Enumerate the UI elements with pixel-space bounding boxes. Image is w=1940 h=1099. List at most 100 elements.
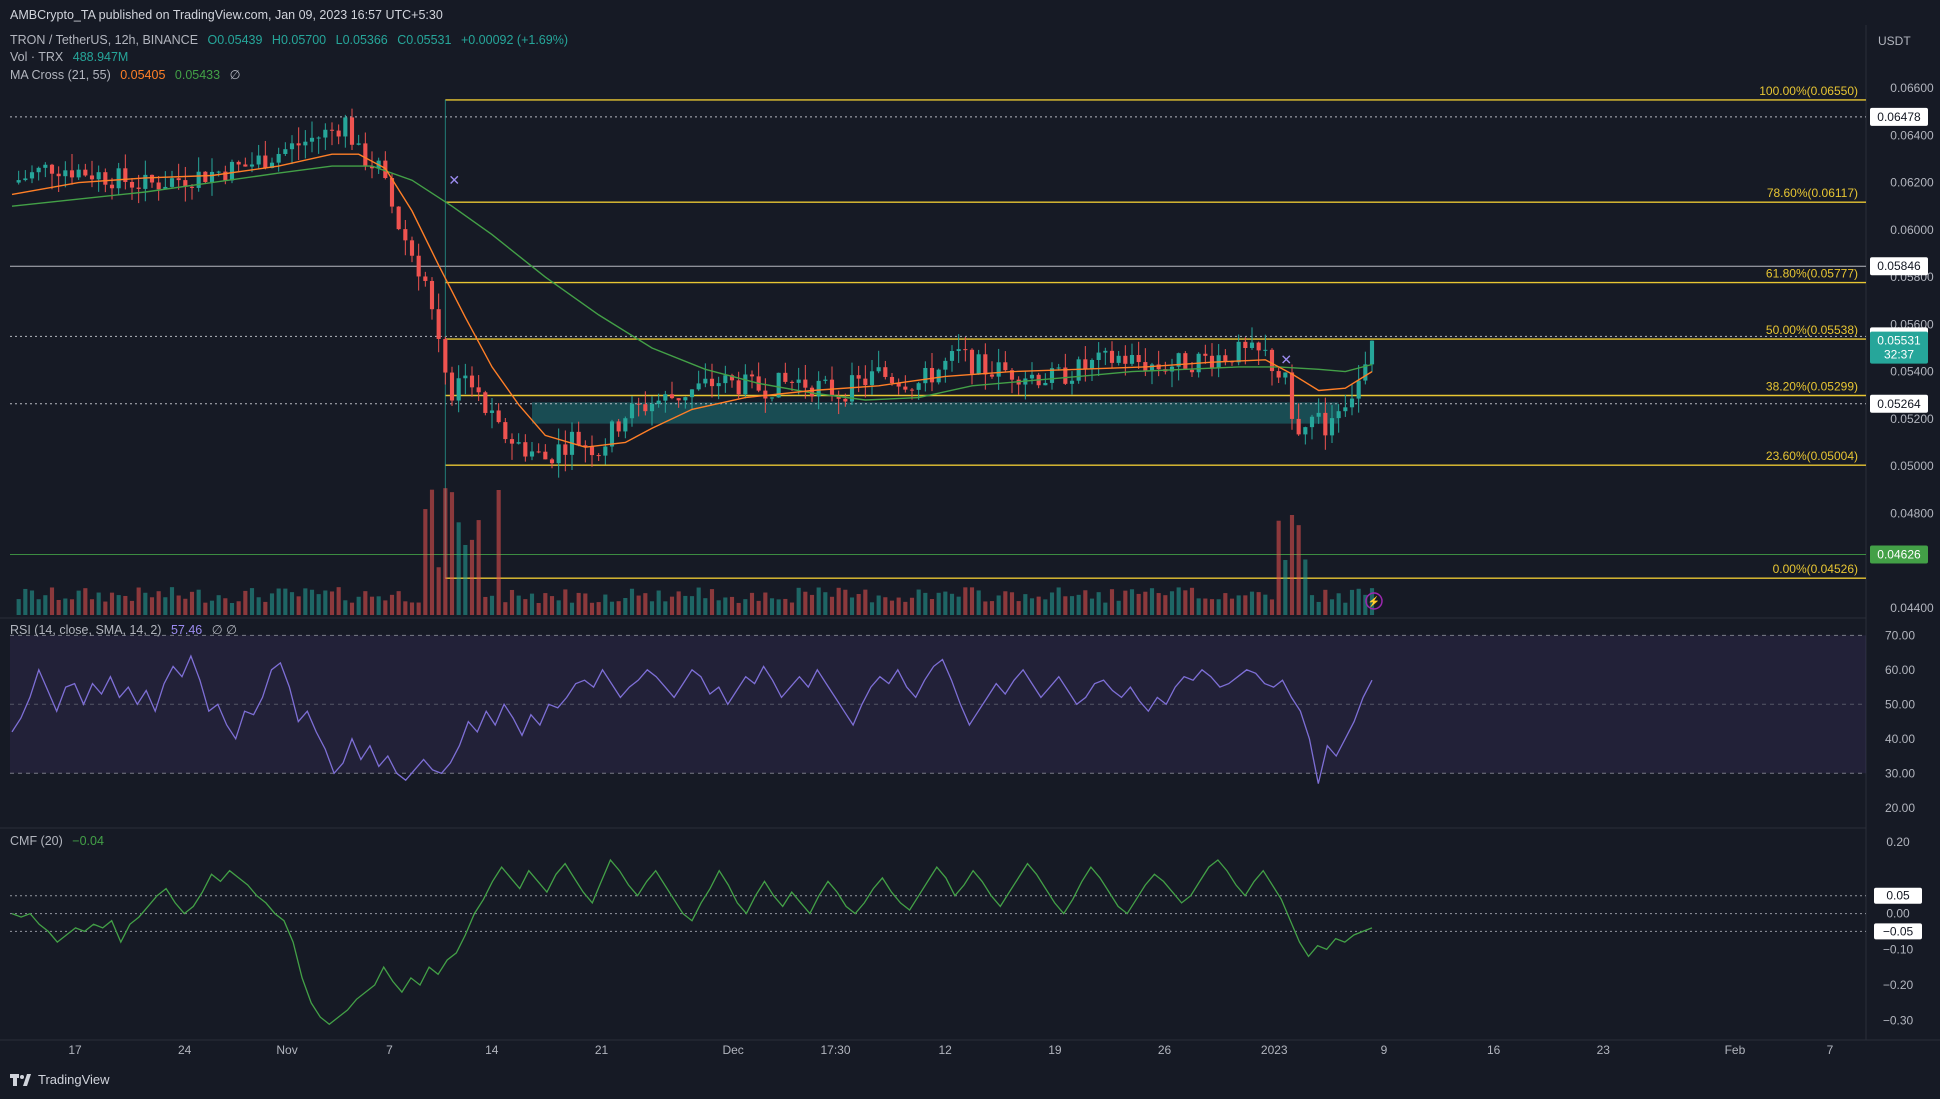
time-tick-label: Feb: [1725, 1043, 1746, 1057]
candle-body: [576, 431, 581, 446]
volume-bar: [1243, 595, 1248, 615]
volume-bar: [129, 600, 135, 615]
volume-bar: [1016, 601, 1021, 615]
candle-body: [316, 137, 321, 139]
countdown-text: 32:37: [1884, 348, 1914, 362]
candle-body: [176, 178, 181, 181]
volume-bar: [1056, 587, 1061, 615]
ohlc-change: +0.00092 (+1.69%): [460, 33, 568, 47]
candle-body: [236, 161, 241, 165]
volume-bar: [503, 602, 508, 615]
cmf-legend: CMF (20) −0.04: [10, 834, 110, 848]
candle-body: [769, 397, 775, 399]
volume-bar: [969, 587, 975, 615]
volume-bar: [189, 591, 195, 615]
candle-body: [516, 442, 521, 444]
candle-body: [109, 184, 115, 189]
candle-body: [523, 442, 528, 457]
volume-bar: [649, 601, 655, 615]
candle-body: [656, 400, 661, 404]
candle-body: [1089, 359, 1095, 369]
level-badge: 0.04626: [1870, 545, 1928, 564]
candle-body: [829, 379, 835, 396]
volume-bar: [703, 598, 708, 615]
volume-bar: [309, 589, 315, 615]
volume-bar: [1189, 587, 1195, 615]
candle-body: [303, 141, 308, 146]
candle-body: [356, 143, 361, 145]
volume-bar: [983, 601, 988, 615]
candle-body: [916, 383, 921, 390]
volume-bar: [696, 587, 701, 615]
candle-body: [1183, 353, 1188, 370]
rsi-label[interactable]: RSI (14, close, SMA, 14, 2): [10, 623, 161, 637]
volume-label[interactable]: Vol · TRX: [10, 50, 63, 64]
ma-cross-label[interactable]: MA Cross (21, 55): [10, 68, 111, 82]
candle-body: [243, 164, 248, 167]
candle-body: [1243, 341, 1248, 348]
volume-bar: [36, 599, 41, 615]
candle-body: [869, 371, 875, 386]
volume-bar: [636, 595, 641, 615]
candle-body: [336, 130, 341, 137]
volume-bar: [1076, 594, 1081, 615]
volume-bar: [743, 599, 748, 615]
tradingview-logo[interactable]: TradingView: [10, 1072, 110, 1087]
time-tick-label: 16: [1487, 1043, 1501, 1057]
time-tick-label: 12: [939, 1043, 953, 1057]
candle-body: [743, 374, 748, 395]
volume-bar: [849, 597, 855, 615]
cmf-tick-label: −0.30: [1883, 1014, 1914, 1028]
volume-bar: [936, 592, 941, 615]
cmf-tick-label: 0.20: [1886, 835, 1910, 849]
volume-bar: [156, 591, 161, 615]
volume-bar: [263, 601, 268, 615]
volume-bar: [1116, 600, 1121, 615]
candle-body: [483, 392, 488, 413]
candle-body: [823, 379, 828, 381]
volume-bar: [623, 598, 628, 615]
volume-bar: [1003, 591, 1008, 615]
candle-body: [883, 367, 888, 377]
volume-bar: [1323, 589, 1328, 615]
rsi-tick-label: 40.00: [1885, 732, 1915, 746]
volume-bar: [369, 596, 375, 615]
price-tick-label: 0.05000: [1890, 459, 1934, 473]
volume-bar: [1316, 601, 1321, 615]
volume-bar: [843, 589, 848, 615]
candle-body: [689, 389, 695, 398]
volume-bar: [176, 595, 181, 615]
candle-body: [643, 404, 648, 412]
cmf-label[interactable]: CMF (20): [10, 834, 63, 848]
ohlc-high: H0.05700: [271, 33, 327, 47]
candle-body: [1083, 359, 1088, 369]
chart-canvas[interactable]: 100.00%(0.06550) 78.60%(0.06117) 61.80%(0.…: [0, 0, 1940, 1099]
candle-body: [296, 143, 301, 146]
ma-fast-value: 0.05405: [120, 68, 166, 82]
candle-body: [783, 372, 788, 382]
volume-bar: [1043, 599, 1048, 615]
level-badge: 0.05264: [1870, 394, 1928, 413]
volume-bar: [1276, 520, 1281, 615]
candle-body: [349, 117, 355, 145]
candle-body: [536, 451, 541, 453]
symbol-title[interactable]: TRON / TetherUS, 12h, BINANCE: [10, 33, 198, 47]
volume-bar: [1063, 596, 1068, 615]
volume-bar: [383, 600, 388, 615]
candle-body: [56, 173, 61, 177]
candle-body: [216, 171, 221, 173]
volume-bar: [169, 587, 175, 615]
volume-bar: [809, 594, 815, 615]
volume-bar: [1256, 592, 1261, 615]
candle-body: [843, 398, 848, 402]
time-tick-label: 7: [386, 1043, 393, 1057]
time-tick-label: 19: [1048, 1043, 1062, 1057]
volume-bar: [1209, 599, 1215, 615]
price-tick-label: 0.05400: [1890, 365, 1934, 379]
volume-bar: [1176, 587, 1181, 615]
fib-level-label: 38.20%(0.05299): [1766, 379, 1858, 393]
volume-bar: [996, 595, 1001, 615]
candle-body: [49, 164, 55, 174]
volume-bar: [736, 602, 741, 615]
candle-body: [509, 439, 515, 444]
